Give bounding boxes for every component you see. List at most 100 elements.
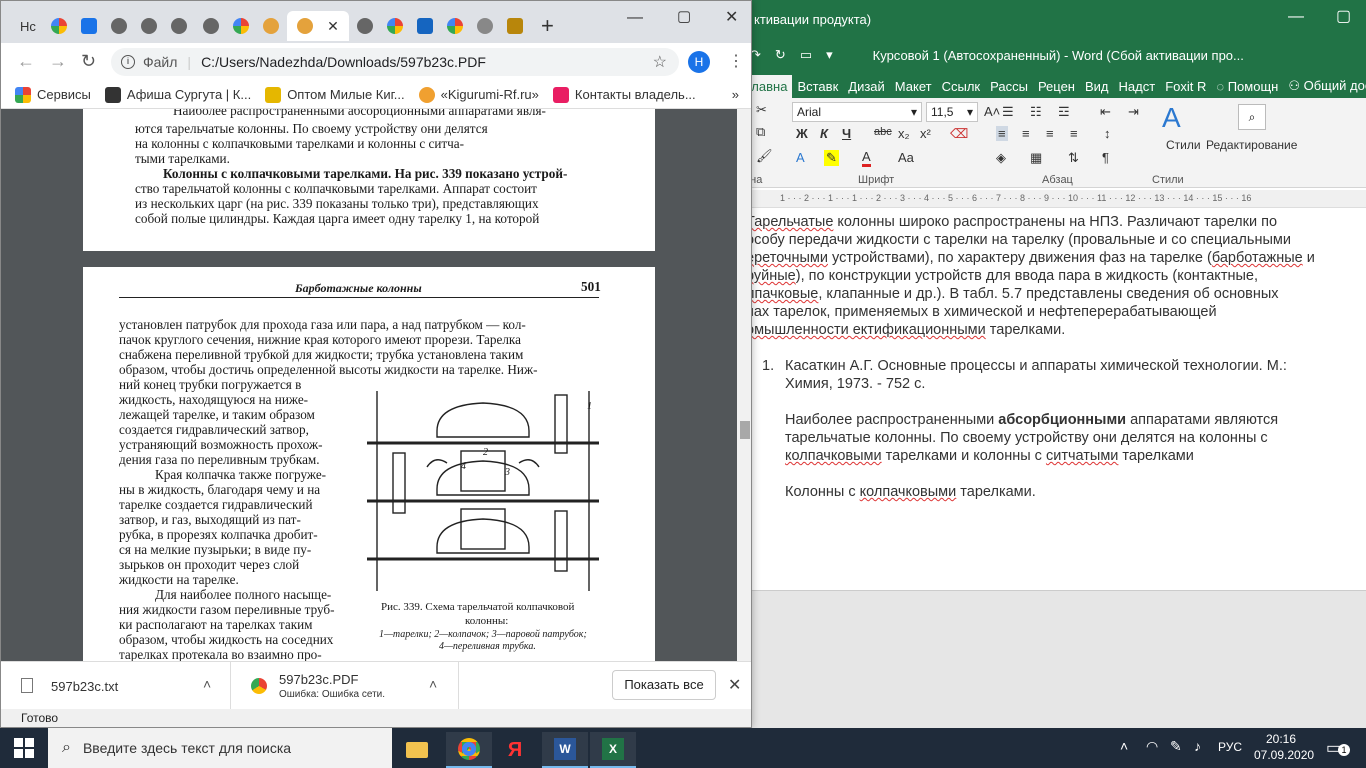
browser-tab[interactable] [257, 11, 285, 41]
horizontal-ruler[interactable]: 1 · · · 2 · · · 1 · · · 1 · · · 2 · · · … [740, 190, 1366, 208]
clock-date[interactable]: 07.09.2020 [1254, 748, 1314, 762]
maximize-icon[interactable]: ▢ [677, 7, 691, 25]
browser-tab[interactable] [227, 11, 255, 41]
minimize-icon[interactable]: — [1288, 8, 1304, 26]
excel-icon[interactable]: X [590, 732, 636, 768]
menu-icon[interactable]: ⋮ [728, 51, 744, 71]
align-center-icon[interactable]: ≡ [1022, 126, 1030, 141]
autosave-icon[interactable]: ↻ [775, 47, 786, 63]
scrollbar-thumb[interactable] [740, 421, 750, 439]
omnibox[interactable]: i Файл | C:/Users/Nadezhda/Downloads/597… [111, 48, 679, 76]
file-explorer-icon[interactable] [394, 732, 440, 768]
change-case-button[interactable]: Aa [898, 150, 914, 165]
tab-layout[interactable]: Макет [890, 75, 937, 98]
bookmark-kigurumi[interactable]: «Kigurumi-Rf.ru» [418, 86, 539, 103]
clear-format-icon[interactable]: ⌫ [950, 126, 968, 142]
tab-foxit[interactable]: Foxit R [1160, 75, 1211, 98]
browser-tab[interactable] [45, 11, 73, 41]
taskbar-search[interactable]: ⌕ Введите здесь текст для поиска [48, 728, 392, 768]
pilcrow-icon[interactable]: ¶ [1102, 150, 1109, 165]
browser-tab[interactable] [105, 11, 133, 41]
minimize-icon[interactable]: — [627, 9, 643, 27]
windows-start-icon[interactable] [14, 738, 34, 758]
search-icon[interactable]: ⌕ [1238, 104, 1266, 130]
volume-icon[interactable]: ♪ [1194, 738, 1201, 754]
font-color-button[interactable]: A [862, 150, 871, 167]
language-indicator[interactable]: РУС [1218, 740, 1242, 754]
italic-button[interactable]: К [820, 126, 828, 141]
maximize-icon[interactable]: ▢ [1336, 6, 1351, 26]
decrease-indent-icon[interactable]: ⇤ [1100, 104, 1111, 120]
font-size-box[interactable]: 11,5 ▾ [926, 102, 978, 122]
browser-tab[interactable] [441, 11, 469, 41]
browser-tab[interactable] [381, 11, 409, 41]
multilevel-icon[interactable]: ☲ [1058, 104, 1070, 120]
increase-indent-icon[interactable]: ⇥ [1128, 104, 1139, 120]
numbering-icon[interactable]: ☷ [1030, 104, 1042, 120]
superscript-button[interactable]: x² [920, 126, 931, 141]
bullets-icon[interactable]: ☰ [1002, 104, 1014, 120]
open-folder-icon[interactable]: ▭ [800, 47, 812, 63]
line-spacing-icon[interactable]: ↕ [1104, 126, 1111, 141]
browser-tab[interactable] [501, 11, 529, 41]
bookmark-afisha[interactable]: Афиша Сургута | К... [104, 86, 251, 103]
browser-tab[interactable] [351, 11, 379, 41]
cut-icon[interactable]: ✂ [756, 102, 767, 118]
highlight-icon[interactable]: ✎ [824, 150, 839, 166]
editing-button[interactable]: Редактирование [1206, 138, 1297, 152]
bookmark-services[interactable]: Сервисы [15, 86, 91, 103]
show-all-button[interactable]: Показать все [612, 670, 716, 700]
download-item[interactable]: 597b23c.PDF Ошибка: Ошибка сети. ˄ [233, 662, 459, 710]
chevron-up-icon[interactable]: ˄ [203, 676, 211, 692]
tab-view[interactable]: Вид [1080, 75, 1114, 98]
styles-button[interactable]: Стили [1166, 138, 1201, 152]
reload-icon[interactable]: ↻ [81, 51, 96, 72]
bookmark-optom[interactable]: Оптом Милые Киг... [265, 86, 405, 103]
close-icon[interactable]: ✕ [728, 675, 741, 695]
url-text[interactable]: C:/Users/Nadezhda/Downloads/597b23c.PDF [201, 54, 486, 70]
browser-tab[interactable] [75, 11, 103, 41]
align-right-icon[interactable]: ≡ [1046, 126, 1054, 141]
share-button[interactable]: ⚇ Общий дост [1283, 74, 1366, 98]
new-tab-icon[interactable]: + [541, 13, 554, 39]
close-tab-icon[interactable]: ✕ [327, 18, 339, 35]
underline-button[interactable]: Ч [842, 126, 851, 141]
chevron-up-icon[interactable]: ˄ [429, 676, 437, 692]
more-bookmarks[interactable]: » [732, 87, 739, 102]
back-icon[interactable]: ← [17, 51, 35, 72]
clock-time[interactable]: 20:16 [1266, 732, 1296, 746]
word-icon[interactable]: W [542, 732, 588, 768]
tab-design[interactable]: Дизай [843, 75, 890, 98]
tray-chevron-icon[interactable]: ˄ [1120, 738, 1128, 754]
browser-tab[interactable]: Нс [13, 11, 43, 41]
scrollbar[interactable] [737, 109, 751, 661]
avatar[interactable]: Н [688, 51, 710, 73]
browser-tab[interactable] [135, 11, 163, 41]
text-effects-icon[interactable]: A [796, 150, 805, 165]
network-icon[interactable]: ◠ [1146, 738, 1158, 755]
browser-tab[interactable] [165, 11, 193, 41]
document-page[interactable]: Тарельчатые колонны широко распространен… [740, 208, 1366, 590]
customize-qat-icon[interactable]: ▾ [826, 47, 833, 63]
tell-me[interactable]: ◌ Помощн [1211, 75, 1283, 98]
yandex-icon[interactable]: Я [492, 732, 538, 768]
styles-icon[interactable]: A [1162, 102, 1181, 134]
tab-references[interactable]: Ссылк [937, 75, 986, 98]
format-painter-icon[interactable]: 🖌 [756, 148, 773, 164]
tab-addins[interactable]: Надст [1114, 75, 1161, 98]
star-icon[interactable]: ☆ [653, 52, 667, 72]
copy-icon[interactable]: ⧉ [756, 124, 765, 140]
forward-icon[interactable]: → [49, 51, 67, 72]
grow-font-icon[interactable]: A˄ [984, 104, 1000, 119]
sort-icon[interactable]: ⇅ [1068, 150, 1079, 166]
tab-insert[interactable]: Вставк [792, 75, 843, 98]
bookmark-contacts[interactable]: Контакты владель... [552, 86, 696, 103]
chrome-taskbar-icon[interactable] [446, 732, 492, 768]
download-item[interactable]: 597b23c.txt ˄ [1, 662, 231, 710]
tab-mailings[interactable]: Рассы [985, 75, 1033, 98]
tab-review[interactable]: Рецен [1033, 75, 1080, 98]
borders-icon[interactable]: ▦ [1030, 150, 1042, 166]
bold-button[interactable]: Ж [796, 126, 808, 141]
close-window-icon[interactable]: ✕ [725, 7, 738, 27]
pen-icon[interactable]: ✎ [1170, 738, 1182, 755]
